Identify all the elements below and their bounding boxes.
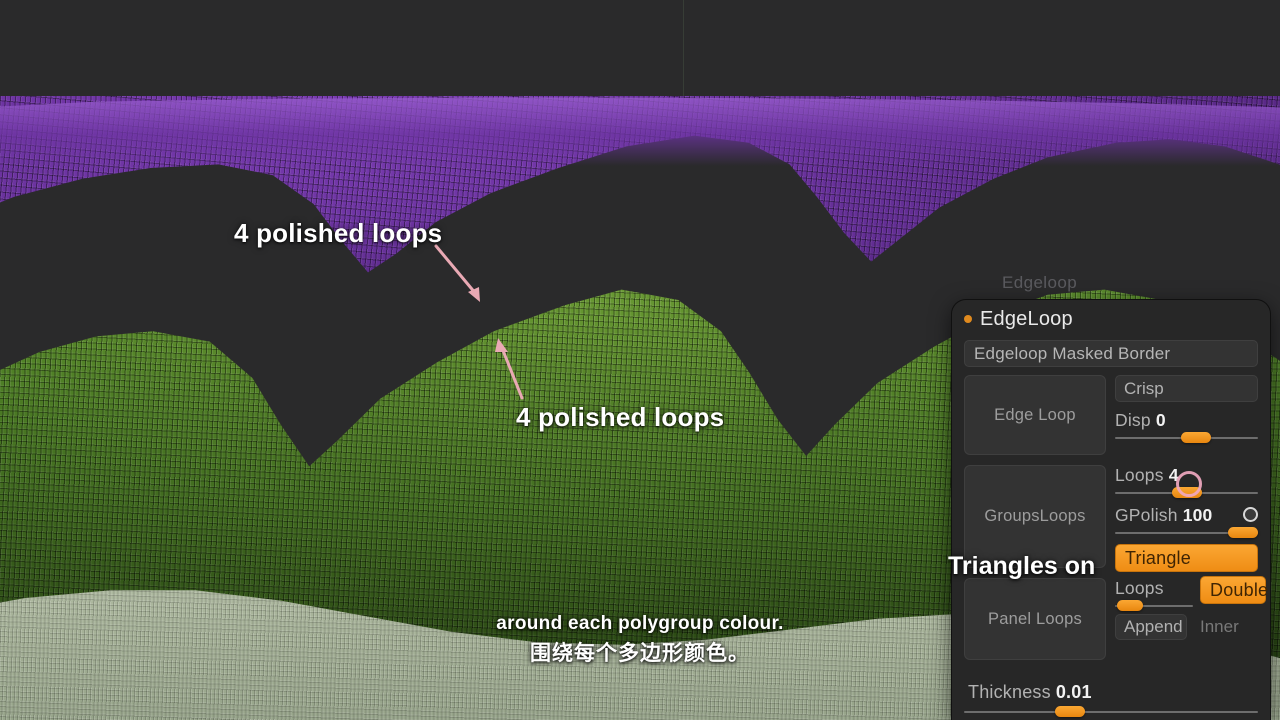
thickness-label-text: Thickness [968, 682, 1051, 702]
groups-loops-button-label: GroupsLoops [984, 507, 1086, 525]
panel-loops-slider-knob[interactable] [1117, 600, 1143, 611]
panel-title-bar: EdgeLoop [952, 300, 1270, 338]
double-toggle-button[interactable]: Double [1200, 576, 1269, 604]
thickness-slider-track[interactable] [964, 711, 1258, 713]
disp-value: 0 [1155, 410, 1166, 430]
triangle-toggle-label: Triangle [1125, 547, 1191, 568]
loops-slider-panelloops[interactable]: Loops [1115, 578, 1193, 612]
screenshot-root: 4 polished loops 4 polished loops around… [0, 0, 1280, 720]
edgeloop-masked-border-button[interactable]: Edgeloop Masked Border [964, 340, 1258, 367]
append-label: Append [1124, 617, 1183, 636]
disp-slider-label: Disp 0 [1115, 410, 1166, 431]
edgeloop-panel[interactable]: EdgeLoop Edgeloop Masked Border Edge Loo… [952, 300, 1270, 720]
thickness-value: 0.01 [1055, 682, 1092, 702]
gpolish-slider-knob[interactable] [1228, 527, 1258, 538]
inner-button[interactable]: Inner [1191, 614, 1266, 640]
gpolish-circle-toggle-icon[interactable] [1243, 507, 1258, 522]
panel-loops-button-label: Panel Loops [988, 609, 1082, 628]
loops-slider-label: Loops 4 [1115, 465, 1179, 486]
double-toggle-label: Double [1210, 579, 1269, 600]
gpolish-slider[interactable]: GPolish 100 [1115, 505, 1258, 539]
disp-label-text: Disp [1115, 410, 1151, 430]
panel-loops-label-text: Loops [1115, 578, 1164, 598]
thickness-slider-label: Thickness 0.01 [968, 682, 1092, 703]
edgeloop-masked-border-label: Edgeloop Masked Border [974, 343, 1171, 363]
viewport-guide-line [683, 0, 684, 108]
panel-title-label: EdgeLoop [980, 307, 1073, 330]
panel-loops-slider-label: Loops [1115, 578, 1164, 599]
gpolish-value: 100 [1182, 505, 1213, 525]
inner-label: Inner [1200, 617, 1239, 636]
triangles-on-caption: Triangles on [948, 552, 1096, 580]
callout-arrow-top [434, 244, 480, 302]
disp-slider-knob[interactable] [1180, 432, 1211, 443]
triangle-toggle-button[interactable]: Triangle [1115, 544, 1258, 572]
append-button[interactable]: Append [1115, 614, 1187, 640]
crisp-button[interactable]: Crisp [1115, 375, 1258, 402]
gpolish-slider-label: GPolish 100 [1115, 505, 1213, 526]
disp-slider[interactable]: Disp 0 [1115, 410, 1258, 444]
crisp-label: Crisp [1124, 378, 1164, 398]
gpolish-label-text: GPolish [1115, 505, 1178, 525]
thickness-slider[interactable]: Thickness 0.01 [964, 682, 1258, 717]
panel-status-dot-icon [964, 315, 972, 323]
edge-loop-button-label: Edge Loop [994, 405, 1076, 424]
edge-loop-button[interactable]: Edge Loop [964, 375, 1106, 455]
panel-loops-button[interactable]: Panel Loops [964, 578, 1106, 660]
loops-label-text: Loops [1115, 465, 1164, 485]
thickness-slider-knob[interactable] [1055, 706, 1086, 717]
polygroup-mesh-purple-rim [0, 97, 1280, 166]
loops-value-highlight-circle [1176, 471, 1202, 497]
